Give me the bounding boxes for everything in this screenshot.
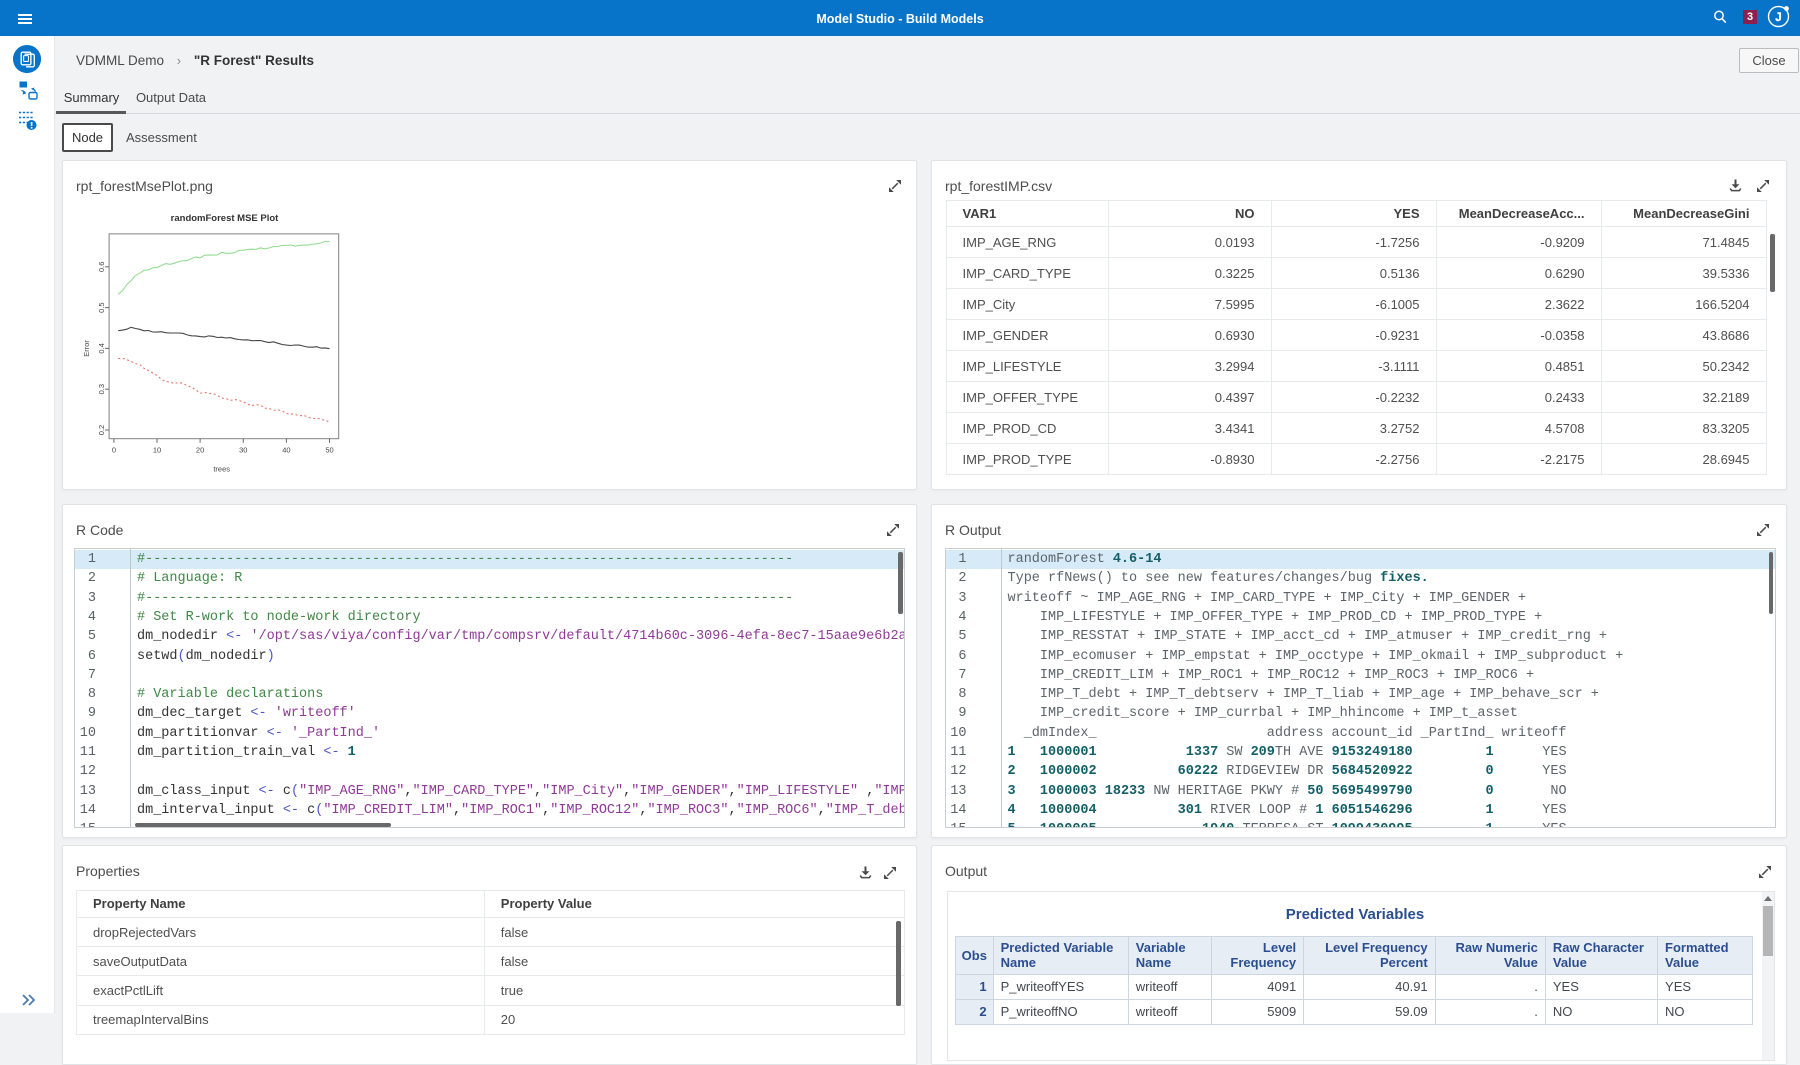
- svg-text:40: 40: [282, 446, 290, 455]
- svg-text:0.5: 0.5: [97, 302, 106, 312]
- svg-text:Error: Error: [82, 340, 91, 357]
- svg-text:0.3: 0.3: [97, 384, 106, 394]
- svg-text:0.2: 0.2: [97, 425, 106, 435]
- svg-text:0.4: 0.4: [97, 343, 106, 353]
- svg-text:J: J: [1775, 12, 1781, 24]
- svg-text:0.6: 0.6: [97, 262, 106, 272]
- svg-text:randomForest MSE Plot: randomForest MSE Plot: [171, 213, 280, 224]
- svg-text:20: 20: [196, 446, 204, 455]
- svg-text:0: 0: [112, 446, 116, 455]
- svg-text:30: 30: [239, 446, 247, 455]
- svg-text:10: 10: [153, 446, 161, 455]
- svg-text:50: 50: [325, 446, 333, 455]
- svg-text:trees: trees: [213, 465, 230, 474]
